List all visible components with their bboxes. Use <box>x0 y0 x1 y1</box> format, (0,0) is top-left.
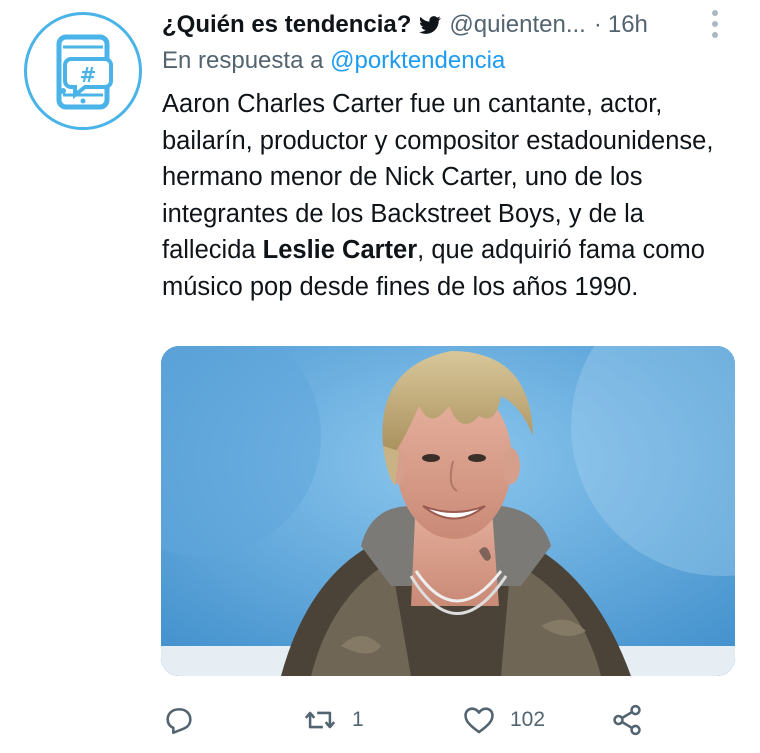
share-button[interactable] <box>610 700 644 740</box>
tweet-text: Aaron Charles Carter fue un cantante, ac… <box>162 86 742 305</box>
reply-context: En respuesta a @porktendencia <box>162 47 505 75</box>
avatar[interactable]: # <box>24 12 142 130</box>
phone-hashtag-icon: # <box>56 34 113 110</box>
retweet-icon <box>304 711 336 729</box>
tweet-header: ¿Quién es tendencia? @quienten... · 16h <box>162 5 747 45</box>
more-options-icon[interactable] <box>711 9 719 39</box>
tweet-text-bold: Leslie Carter <box>262 236 418 264</box>
reply-icon <box>166 708 192 735</box>
tweet[interactable]: # ¿Quién es tendencia? @quienten... · 16… <box>0 0 760 753</box>
display-name[interactable]: ¿Quién es tendencia? <box>162 11 411 39</box>
separator-dot: · <box>593 11 602 38</box>
like-count: 102 <box>510 708 546 731</box>
reply-button[interactable] <box>162 700 210 740</box>
retweet-count: 1 <box>352 708 364 731</box>
retweet-button[interactable]: 1 <box>302 700 364 740</box>
photo-of-man-with-blonde-hair <box>161 346 735 676</box>
reply-prefix: En respuesta a <box>162 47 324 74</box>
share-icon <box>613 704 641 736</box>
twitter-bird-icon <box>419 16 442 34</box>
reply-to-link[interactable]: @porktendencia <box>330 47 505 74</box>
timestamp[interactable]: 16h <box>608 11 648 39</box>
svg-text:#: # <box>80 63 97 87</box>
tweet-media[interactable] <box>161 346 735 676</box>
handle[interactable]: @quienten... <box>449 11 585 39</box>
tweet-actions: 1 102 <box>162 700 682 740</box>
like-button[interactable]: 102 <box>462 700 545 740</box>
heart-icon <box>464 707 494 734</box>
